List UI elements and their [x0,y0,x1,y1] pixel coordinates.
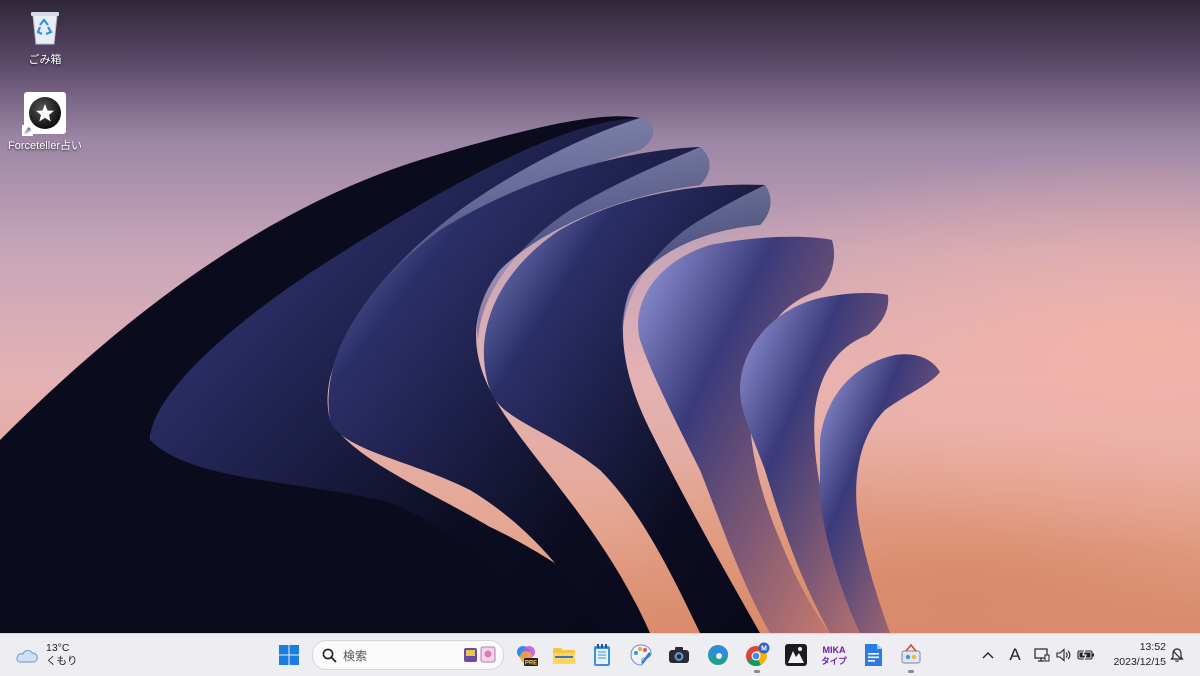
search-highlight-icon [464,646,496,663]
network-button[interactable] [1031,640,1053,670]
notepad-button[interactable] [585,638,619,672]
search-placeholder: 検索 [343,648,368,663]
desktop-icon-recycle-bin[interactable]: ごみ箱 [5,6,85,67]
weather-widget[interactable]: 13°C くもり [14,640,78,670]
weather-temperature: 13°C [46,642,70,654]
dark-app-icon [785,644,807,666]
dark-app-button[interactable] [779,638,813,672]
battery-charging-icon [1077,649,1094,661]
desktop-icon-forceteller[interactable]: ↗ Forceteller占い [5,92,85,153]
clock-date: 2023/12/15 [1113,656,1166,668]
mika-label-top: MIKA [823,645,846,655]
word-doc-button[interactable] [856,638,890,672]
taskbar-search[interactable]: 検索 [312,640,504,670]
chrome-icon: M [746,642,770,667]
recycle-bin-icon [24,6,66,48]
edge-button[interactable] [701,638,735,672]
ime-mode-label: A [1009,645,1021,664]
system-tray: A [977,634,1097,676]
clock-time: 13:52 [1139,641,1166,653]
speaker-icon [1056,648,1071,662]
ime-mode-indicator[interactable]: A [999,640,1031,670]
battery-button[interactable] [1075,640,1097,670]
desktop-wallpaper: ごみ箱 ↗ Forceteller占い [0,0,1200,633]
taskbar: 13°C くもり 検索 PRE M MIKA タイプ A 13:52 2023/… [0,633,1200,676]
paint-icon [630,644,652,666]
settings-app-button[interactable] [894,638,928,673]
volume-button[interactable] [1053,640,1075,670]
copilot-pre-icon: PRE [517,646,538,667]
camera-button[interactable] [662,638,696,672]
chevron-up-icon [982,652,994,659]
edge-icon [708,645,728,665]
search-icon [322,648,337,662]
start-icon [279,645,299,665]
weather-condition: くもり [46,655,78,667]
camera-icon [669,647,689,663]
mika-type-button[interactable]: MIKA タイプ [817,638,851,672]
notification-center-button[interactable] [1166,644,1188,666]
word-doc-icon [865,644,882,666]
chrome-profile-badge: M [761,646,767,653]
shortcut-arrow-icon: ↗ [22,125,33,136]
settings-app-icon [901,643,921,664]
chrome-button[interactable]: M [740,638,774,673]
copilot-button[interactable]: PRE [509,638,543,672]
desktop-icon-label: Forceteller占い [8,140,82,152]
paint-button[interactable] [624,638,658,672]
show-hidden-icons-button[interactable] [977,640,999,670]
notepad-icon [594,644,610,666]
file-explorer-icon [553,648,575,664]
mika-type-icon: MIKA タイプ [821,645,847,667]
mika-label-bottom: タイプ [821,656,847,667]
cloud-icon [16,649,38,663]
bloom-wallpaper-art [0,116,940,633]
forceteller-app-icon: ↗ [22,92,66,136]
desktop-icon-label: ごみ箱 [28,54,62,66]
copilot-badge: PRE [525,661,537,667]
file-explorer-button[interactable] [547,638,581,672]
taskbar-clock[interactable]: 13:52 2023/12/15 [1104,640,1166,670]
start-button[interactable] [272,638,306,672]
network-ethernet-icon [1034,648,1050,662]
notification-bell-icon [1170,648,1184,662]
